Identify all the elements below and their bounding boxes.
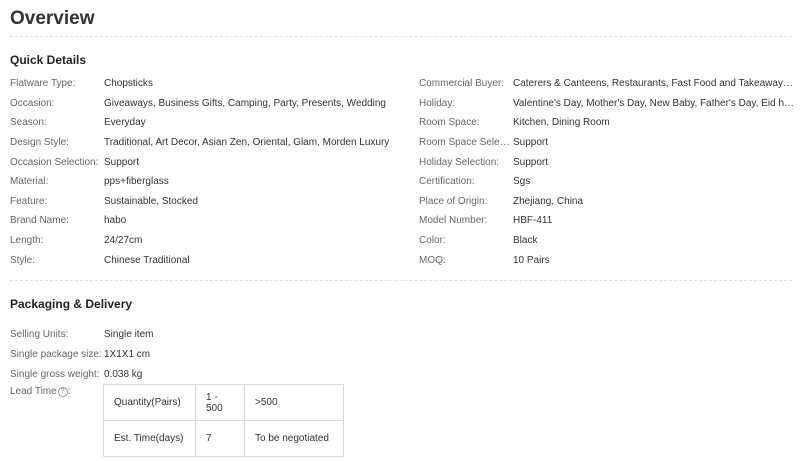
section-divider <box>10 280 792 281</box>
detail-row: Holiday: Valentine's Day, Mother's Day, N… <box>419 94 795 114</box>
detail-label: Single package size: <box>10 348 102 360</box>
detail-label: Design Style: <box>10 137 69 149</box>
detail-label: Single gross weight: <box>10 368 100 380</box>
detail-label: Length: <box>10 235 44 247</box>
detail-value: Traditional, Art Decor, Asian Zen, Orien… <box>104 137 390 149</box>
detail-label: Style: <box>10 254 36 266</box>
lead-time-label: Lead Time ? : <box>10 386 70 397</box>
detail-row: Room Space: Kitchen, Dining Room <box>419 113 795 133</box>
detail-value: habo <box>104 215 127 227</box>
detail-value: Kitchen, Dining Room <box>513 117 610 129</box>
detail-row: Model Number: HBF-411 <box>419 211 795 231</box>
table-cell: 7 <box>195 420 245 457</box>
detail-label: Selling Units: <box>10 328 69 340</box>
detail-row: Single gross weight: 0.038 kg <box>10 364 153 384</box>
table-cell: >500 <box>244 384 344 421</box>
detail-label: Season: <box>10 117 47 129</box>
detail-value: pps+fiberglass <box>104 176 169 188</box>
detail-label: Holiday Selection: <box>419 156 500 168</box>
lead-time-colon: : <box>67 386 71 397</box>
detail-row: Commercial Buyer: Caterers & Canteens, Re… <box>419 74 795 94</box>
detail-value: Zhejiang, China <box>513 195 584 207</box>
detail-label: Material: <box>10 176 49 188</box>
detail-row: Holiday Selection: Support <box>419 152 795 172</box>
detail-value: Support <box>513 137 549 149</box>
quick-details-right-column: Commercial Buyer: Caterers & Canteens, Re… <box>419 74 795 270</box>
quick-details-left-column: Flatware Type: Chopsticks Occasion: Giveaw… <box>10 74 414 270</box>
detail-value: Chinese Traditional <box>104 254 190 266</box>
detail-row: Length: 24/27cm <box>10 231 414 251</box>
table-cell: To be negotiated <box>244 420 344 457</box>
packaging-title: Packaging & Delivery <box>10 297 133 311</box>
detail-value: 10 Pairs <box>513 254 550 266</box>
detail-value: Sustainable, Stocked <box>104 195 198 207</box>
detail-value: Chopsticks <box>104 78 153 90</box>
detail-value: Support <box>513 156 549 168</box>
detail-row: Material: pps+fiberglass <box>10 172 414 192</box>
detail-value: HBF-411 <box>513 215 553 227</box>
detail-row: Room Space Select... Support <box>419 133 795 153</box>
packaging-details: Selling Units: Single item Single package… <box>10 324 153 384</box>
detail-row: MOQ: 10 Pairs <box>419 250 795 270</box>
detail-row: Brand Name: habo <box>10 211 414 231</box>
detail-row: Place of Origin: Zhejiang, China <box>419 192 795 212</box>
detail-label: Color: <box>419 235 446 247</box>
detail-value: 1X1X1 cm <box>104 348 151 360</box>
detail-row: Season: Everyday <box>10 113 414 133</box>
detail-value: Valentine's Day, Mother's Day, New Baby,… <box>513 97 795 109</box>
detail-label: Flatware Type: <box>10 78 76 90</box>
detail-label: Feature: <box>10 195 48 207</box>
detail-label: MOQ: <box>419 254 446 266</box>
detail-row: Selling Units: Single item <box>10 324 153 344</box>
detail-value: Black <box>513 235 538 247</box>
detail-label: Room Space: <box>419 117 480 129</box>
table-cell: Est. Time(days) <box>103 420 196 457</box>
detail-label: Room Space Select... <box>419 137 513 149</box>
table-row: Est. Time(days) 7 To be negotiated <box>103 420 344 457</box>
table-cell: 1 - 500 <box>195 384 245 421</box>
detail-value: 0.038 kg <box>104 368 143 380</box>
detail-label: Model Number: <box>419 215 488 227</box>
detail-row: Certification: Sgs <box>419 172 795 192</box>
table-cell: Quantity(Pairs) <box>103 384 196 421</box>
detail-row: Design Style: Traditional, Art Decor, Asi… <box>10 133 414 153</box>
detail-label: Holiday: <box>419 97 456 109</box>
detail-label: Commercial Buyer: <box>419 78 505 90</box>
detail-row: Color: Black <box>419 231 795 251</box>
detail-value: Caterers & Canteens, Restaurants, Fast F… <box>513 78 795 90</box>
detail-row: Style: Chinese Traditional <box>10 250 414 270</box>
detail-value: Single item <box>104 328 154 340</box>
page-title: Overview <box>10 8 95 29</box>
detail-label: Certification: <box>419 176 475 188</box>
detail-value: 24/27cm <box>104 235 143 247</box>
detail-value: Giveaways, Business Gifts, Camping, Part… <box>104 97 386 109</box>
table-row: Quantity(Pairs) 1 - 500 >500 <box>103 384 344 421</box>
detail-row: Feature: Sustainable, Stocked <box>10 192 414 212</box>
detail-label: Place of Origin: <box>419 195 488 207</box>
title-divider <box>10 36 792 37</box>
detail-value: Support <box>104 156 140 168</box>
detail-row: Single package size: 1X1X1 cm <box>10 344 153 364</box>
detail-row: Occasion Selection: Support <box>10 152 414 172</box>
detail-value: Sgs <box>513 176 531 188</box>
detail-label: Occasion Selection: <box>10 156 99 168</box>
help-icon[interactable]: ? <box>57 386 68 397</box>
detail-row: Occasion: Giveaways, Business Gifts, Camp… <box>10 94 414 114</box>
lead-time-table: Quantity(Pairs) 1 - 500 >500 Est. Time(d… <box>103 384 344 457</box>
detail-row: Flatware Type: Chopsticks <box>10 74 414 94</box>
lead-time-text: Lead Time <box>10 386 57 397</box>
detail-value: Everyday <box>104 117 146 129</box>
detail-label: Brand Name: <box>10 215 69 227</box>
quick-details-title: Quick Details <box>10 53 87 67</box>
detail-label: Occasion: <box>10 97 55 109</box>
